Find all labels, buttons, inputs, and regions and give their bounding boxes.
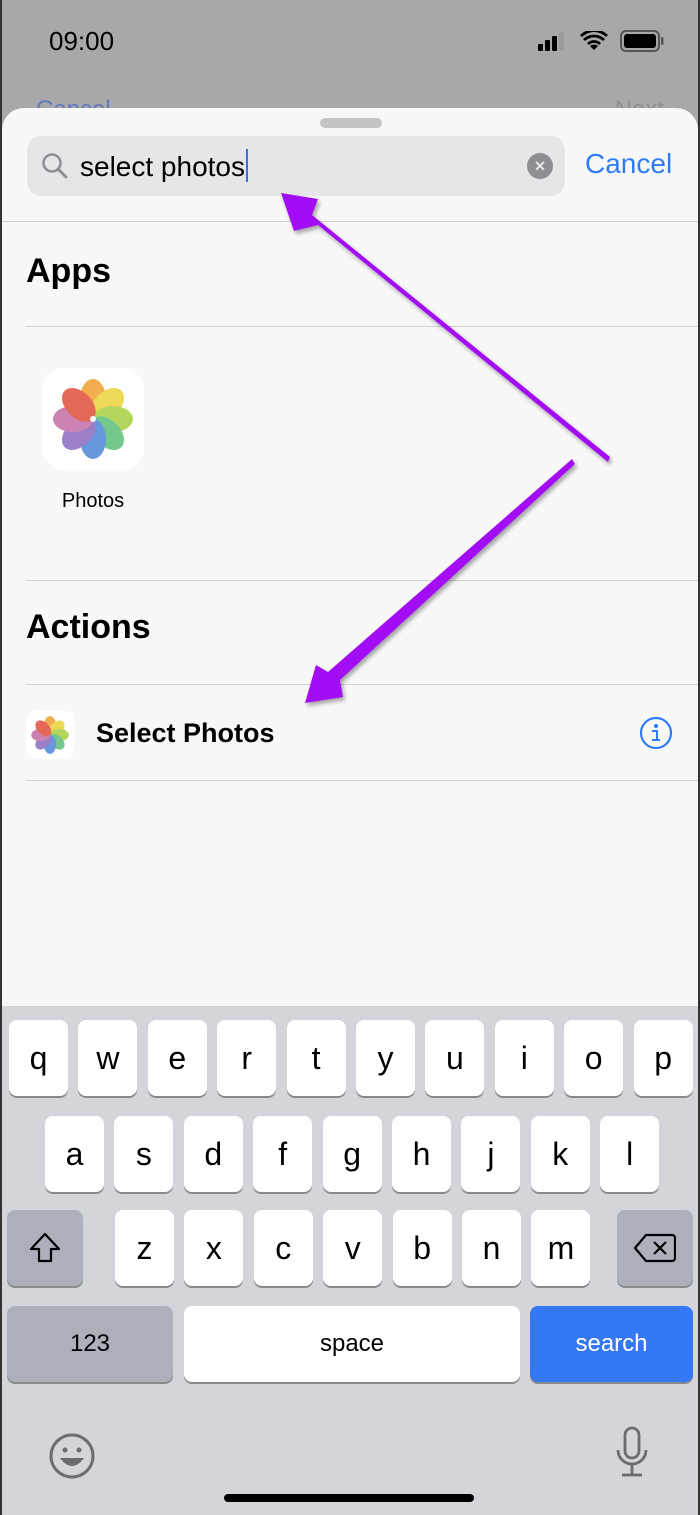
sheet-grabber[interactable] [320,118,382,128]
action-icon [26,711,74,759]
key-p[interactable]: p [633,1020,693,1096]
search-key[interactable]: search [530,1306,693,1382]
clear-search-button[interactable]: × [527,153,553,179]
key-w[interactable]: w [78,1020,138,1096]
key-q[interactable]: q [9,1020,68,1096]
status-bar: 09:00 [0,0,700,90]
action-select-photos[interactable]: Select Photos [2,686,698,780]
backspace-icon [634,1233,676,1263]
key-i[interactable]: i [494,1020,554,1096]
key-a[interactable]: a [45,1116,104,1192]
battery-icon [620,30,664,52]
search-sheet: select photos × Cancel Apps Photos Actio… [2,108,698,1515]
key-t[interactable]: t [286,1020,346,1096]
home-indicator[interactable] [224,1494,474,1502]
key-v[interactable]: v [323,1210,383,1286]
action-label: Select Photos [96,718,275,748]
key-g[interactable]: g [322,1116,382,1192]
signal-icon [538,32,564,51]
status-time: 09:00 [49,26,115,56]
photos-app-icon [53,379,133,459]
key-c[interactable]: c [253,1210,313,1286]
search-input[interactable]: select photos × [27,136,565,196]
divider [26,780,698,781]
search-value: select photos [80,151,245,182]
divider [26,684,698,685]
microphone-icon[interactable] [614,1426,650,1482]
key-y[interactable]: y [356,1020,415,1096]
key-r[interactable]: r [217,1020,277,1096]
key-s[interactable]: s [114,1116,174,1192]
key-n[interactable]: n [462,1210,521,1286]
info-icon[interactable] [639,716,673,750]
key-x[interactable]: x [184,1210,244,1286]
section-title-actions: Actions [26,608,151,646]
keyboard: qwertyuiop asdfghjkl zxcvbnm 123 space s… [2,1006,698,1515]
space-key[interactable]: space [184,1306,520,1382]
app-photos-label: Photos [61,490,125,512]
wifi-icon [580,31,608,50]
numbers-key[interactable]: 123 [7,1306,173,1382]
divider [26,580,698,581]
key-e[interactable]: e [147,1020,207,1096]
divider [26,326,698,327]
shift-icon [29,1232,61,1263]
key-d[interactable]: d [183,1116,243,1192]
key-u[interactable]: u [425,1020,485,1096]
key-b[interactable]: b [392,1210,452,1286]
shift-key[interactable] [7,1210,83,1286]
key-m[interactable]: m [531,1210,591,1286]
key-l[interactable]: l [600,1116,660,1192]
key-f[interactable]: f [253,1116,313,1192]
key-h[interactable]: h [392,1116,451,1192]
app-photos[interactable] [42,368,144,470]
photos-app-icon [31,716,69,754]
key-z[interactable]: z [115,1210,174,1286]
key-k[interactable]: k [530,1116,590,1192]
key-o[interactable]: o [564,1020,624,1096]
delete-key[interactable] [617,1210,693,1286]
section-title-apps: Apps [26,252,111,290]
emoji-icon[interactable] [48,1432,96,1480]
search-icon [42,153,68,179]
text-caret [246,149,248,182]
key-j[interactable]: j [461,1116,521,1192]
cancel-button[interactable]: Cancel [585,148,672,180]
divider [2,221,698,222]
